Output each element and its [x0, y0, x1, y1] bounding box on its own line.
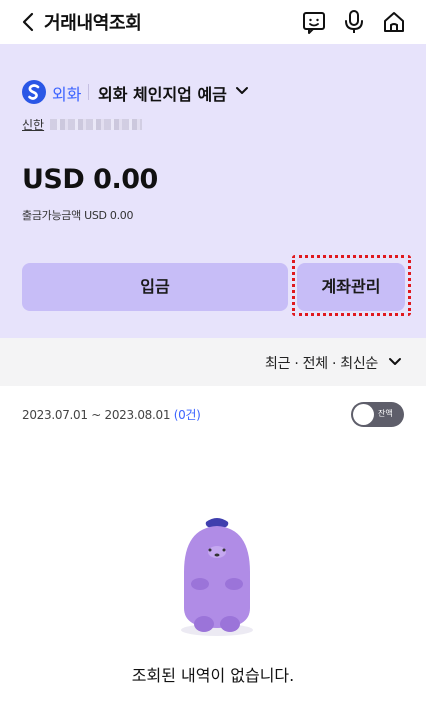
period-range: 2023.07.01 ~ 2023.08.01 (0건): [22, 406, 201, 423]
period-dates: 2023.07.01 ~ 2023.08.01: [22, 408, 171, 422]
transaction-count: (0건): [173, 408, 201, 422]
toggle-knob: [353, 404, 374, 425]
chevron-down-icon[interactable]: [234, 84, 250, 98]
account-card: 외화 외화 체인지업 예금 신한 USD 0.00 출금가능금액 USD 0.0…: [0, 44, 426, 338]
bank-logo-icon: [22, 80, 46, 104]
account-manage-button[interactable]: 계좌관리: [297, 263, 405, 311]
home-icon[interactable]: [380, 8, 408, 36]
toggle-label: 잔액: [378, 409, 393, 418]
mascot-illustration: [181, 518, 253, 636]
masked-account-number: [50, 119, 142, 130]
balance-toggle[interactable]: 잔액: [351, 402, 404, 427]
filter-label[interactable]: 최근 · 전체 · 최신순: [265, 353, 378, 373]
available-amount: 출금가능금액 USD 0.00: [22, 209, 134, 222]
chevron-left-icon[interactable]: [18, 10, 38, 34]
empty-state-message: 조회된 내역이 없습니다.: [131, 666, 295, 685]
top-bar: 거래내역조회: [0, 0, 426, 44]
microphone-icon[interactable]: [340, 8, 368, 36]
chevron-down-icon[interactable]: [386, 354, 404, 370]
chat-bot-icon[interactable]: [300, 8, 328, 36]
balance-amount: USD 0.00: [22, 164, 158, 195]
bank-name: 신한: [22, 118, 45, 132]
page-title: 거래내역조회: [44, 13, 142, 34]
divider: [88, 84, 89, 100]
account-name[interactable]: 외화 체인지업 예금: [98, 81, 227, 105]
account-type-label: 외화: [52, 85, 82, 104]
deposit-button[interactable]: 입금: [22, 263, 288, 311]
filter-bar[interactable]: 최근 · 전체 · 최신순: [0, 338, 426, 386]
